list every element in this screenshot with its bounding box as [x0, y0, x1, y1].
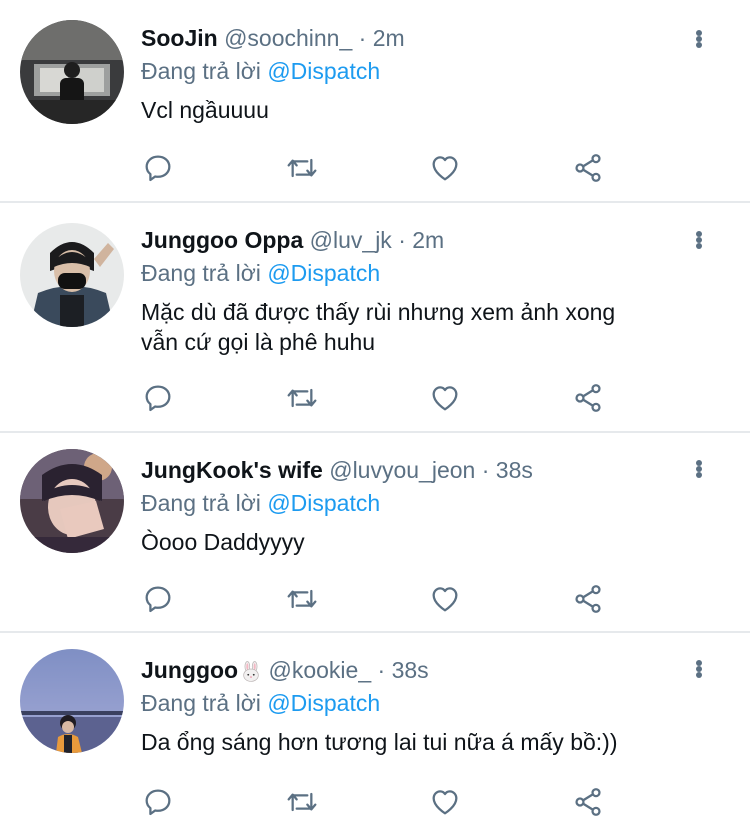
- action-bar: [140, 151, 620, 185]
- share-icon: [575, 154, 601, 182]
- tweet-text-line: vẫn cứ gọi là phê huhu: [141, 329, 376, 355]
- mention-link[interactable]: @Dispatch: [267, 260, 380, 286]
- action-bar: [140, 381, 620, 415]
- avatar[interactable]: [20, 20, 124, 124]
- share-button[interactable]: [570, 381, 606, 415]
- like-button[interactable]: [427, 381, 463, 415]
- retweet-button[interactable]: [284, 785, 320, 819]
- replying-to: Đang trả lời @Dispatch: [141, 688, 680, 718]
- replying-to: Đang trả lời @Dispatch: [141, 258, 680, 288]
- tweet-header: Junggoo Oppa @luv_jk · 2m: [141, 225, 680, 255]
- tweet-text: Da ổng sáng hơn tương lai tui nữa á mấy …: [141, 727, 680, 757]
- reply-button[interactable]: [140, 381, 176, 415]
- tweet-text: Mặc dù đã được thấy rùi nhưng xem ảnh xo…: [141, 297, 680, 357]
- more-vertical-icon[interactable]: [688, 24, 710, 54]
- tweet-text-line: Vcl ngầuuuu: [141, 97, 269, 123]
- replying-label: Đang trả lời: [141, 490, 261, 516]
- heart-icon: [432, 156, 458, 181]
- tweet-text-line: Mặc dù đã được thấy rùi nhưng xem ảnh xo…: [141, 299, 616, 325]
- reply-button[interactable]: [140, 151, 176, 185]
- retweet-icon: [287, 792, 317, 812]
- rabbit-face-emoji: [243, 661, 259, 682]
- retweet-icon: [287, 158, 317, 178]
- timestamp[interactable]: 2m: [373, 25, 405, 51]
- user-handle[interactable]: @soochinn_: [224, 25, 352, 51]
- avatar[interactable]: [20, 449, 124, 553]
- tweet-item[interactable]: Junggoo Oppa @luv_jk · 2m Đang trả lời @…: [0, 203, 750, 433]
- display-name[interactable]: Junggoo Oppa: [141, 227, 303, 253]
- share-icon: [575, 788, 601, 816]
- tweet-header: SooJin @soochinn_ · 2m: [141, 23, 680, 53]
- action-bar: [140, 785, 620, 819]
- like-button[interactable]: [427, 785, 463, 819]
- separator-dot: ·: [377, 657, 386, 683]
- user-handle[interactable]: @luv_jk: [310, 227, 392, 253]
- like-button[interactable]: [427, 582, 463, 616]
- separator-dot: ·: [398, 227, 406, 253]
- reply-button[interactable]: [140, 582, 176, 616]
- more-vertical-icon[interactable]: [688, 225, 710, 255]
- more-vertical-icon[interactable]: [688, 454, 710, 484]
- separator-dot: ·: [358, 25, 367, 51]
- timestamp[interactable]: 38s: [496, 457, 533, 483]
- tweet-text-line: Da ổng sáng hơn tương lai tui nữa á mấy …: [141, 729, 618, 755]
- display-name[interactable]: Junggoo: [141, 657, 238, 683]
- separator-dot: ·: [481, 457, 490, 483]
- user-handle[interactable]: @luvyou_jeon: [329, 457, 475, 483]
- heart-icon: [432, 790, 458, 815]
- retweet-button[interactable]: [284, 151, 320, 185]
- mention-link[interactable]: @Dispatch: [267, 490, 380, 516]
- tweet-header: Junggoo @kookie_ · 38s: [141, 655, 680, 685]
- share-button[interactable]: [570, 582, 606, 616]
- retweet-button[interactable]: [284, 582, 320, 616]
- replying-label: Đang trả lời: [141, 58, 261, 84]
- comment-bubble-icon: [145, 789, 171, 816]
- tweet-text: Vcl ngầuuuu: [141, 95, 680, 125]
- retweet-button[interactable]: [284, 381, 320, 415]
- tweet-header: JungKook's wife @luvyou_jeon · 38s: [141, 455, 680, 485]
- tweet-item[interactable]: JungKook's wife @luvyou_jeon · 38s Đang …: [0, 433, 750, 633]
- retweet-icon: [287, 388, 317, 408]
- avatar[interactable]: [20, 649, 124, 753]
- user-handle[interactable]: @kookie_: [268, 657, 371, 683]
- tweet-item[interactable]: Junggoo @kookie_ · 38s Đang trả lời @Dis…: [0, 633, 750, 837]
- retweet-icon: [287, 589, 317, 609]
- share-icon: [575, 384, 601, 412]
- tweet-text: Òooo Daddyyyy: [141, 527, 680, 557]
- comment-bubble-icon: [145, 586, 171, 613]
- heart-icon: [432, 386, 458, 411]
- action-bar: [140, 582, 620, 616]
- timestamp[interactable]: 38s: [392, 657, 429, 683]
- reply-button[interactable]: [140, 785, 176, 819]
- comment-bubble-icon: [145, 155, 171, 182]
- replying-label: Đang trả lời: [141, 260, 261, 286]
- replying-label: Đang trả lời: [141, 690, 261, 716]
- share-button[interactable]: [570, 785, 606, 819]
- mention-link[interactable]: @Dispatch: [267, 690, 380, 716]
- replying-to: Đang trả lời @Dispatch: [141, 56, 680, 86]
- timestamp[interactable]: 2m: [412, 227, 444, 253]
- like-button[interactable]: [427, 151, 463, 185]
- tweet-text-line: Òooo Daddyyyy: [141, 529, 305, 555]
- mention-link[interactable]: @Dispatch: [267, 58, 380, 84]
- share-icon: [575, 585, 601, 613]
- comment-bubble-icon: [145, 385, 171, 412]
- display-name[interactable]: SooJin: [141, 25, 218, 51]
- more-vertical-icon[interactable]: [688, 654, 710, 684]
- heart-icon: [432, 587, 458, 612]
- replying-to: Đang trả lời @Dispatch: [141, 488, 680, 518]
- display-name[interactable]: JungKook's wife: [141, 457, 323, 483]
- avatar[interactable]: [20, 223, 124, 327]
- share-button[interactable]: [570, 151, 606, 185]
- tweet-item[interactable]: SooJin @soochinn_ · 2m Đang trả lời @Dis…: [0, 0, 750, 203]
